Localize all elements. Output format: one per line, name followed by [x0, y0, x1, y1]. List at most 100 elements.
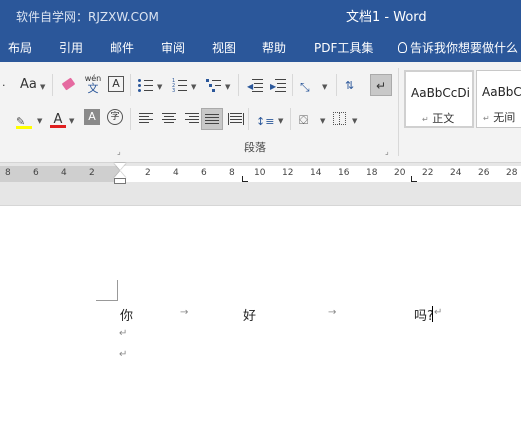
style-no-spacing[interactable]: AaBbC ↵ 无间: [476, 70, 521, 128]
tab-review[interactable]: 审阅: [161, 39, 185, 56]
ruler-tick: 26: [478, 168, 490, 178]
clear-format-button[interactable]: [61, 77, 77, 91]
increase-indent-icon: ▶: [270, 78, 286, 92]
divider: [130, 108, 131, 130]
divider: [238, 74, 239, 96]
paint-bucket-icon: ⛋: [299, 113, 309, 127]
sort-icon: ⇅: [345, 79, 355, 92]
ruler-tick: 8: [5, 168, 11, 178]
left-tab-stop-marker[interactable]: [411, 176, 417, 182]
ruler-tick: 8: [229, 168, 235, 178]
style-sample: AaBbC: [482, 85, 521, 99]
line-spacing-button[interactable]: ↕≡: [256, 110, 274, 128]
phonetic-guide-button[interactable]: wén 文: [84, 74, 102, 96]
bullets-button[interactable]: [138, 78, 154, 92]
ribbon-tabs: 布局 引用 邮件 审阅 视图 帮助 PDF工具集 告诉我你想要做什么: [0, 32, 521, 62]
justify-icon: [205, 114, 219, 126]
font-dialog-launcher-icon[interactable]: ⌟: [117, 148, 121, 156]
tab-pdf-tools[interactable]: PDF工具集: [314, 39, 373, 56]
highlight-color-bar: [16, 126, 32, 129]
paragraph-mark-icon: ↵: [434, 307, 443, 318]
chevron-down-icon[interactable]: ▼: [320, 117, 325, 125]
horizontal-ruler[interactable]: 8 6 4 2 2 4 6 8 10 12 14 16 18 20 22 24 …: [0, 163, 521, 185]
doc-word-3: 吗?: [414, 309, 434, 324]
divider: [336, 74, 337, 96]
tell-me-search[interactable]: 告诉我你想要做什么: [398, 39, 518, 56]
shading-button[interactable]: ⛋: [299, 109, 317, 129]
ruler-margin-left: [0, 166, 120, 182]
tab-help[interactable]: 帮助: [262, 39, 286, 56]
style-normal[interactable]: AaBbCcDi ↵ 正文: [404, 70, 474, 128]
tab-references[interactable]: 引用: [59, 39, 83, 56]
doc-word-2: 好: [243, 309, 257, 324]
align-right-button[interactable]: [185, 113, 199, 125]
ruler-tick: 4: [61, 168, 67, 178]
ruler-tick: 2: [89, 168, 95, 178]
chevron-down-icon[interactable]: ▼: [225, 83, 230, 91]
phonetic-char: 文: [87, 82, 99, 95]
document-page[interactable]: 你 → 好 → 吗? ↵ ↵ ↵: [0, 205, 521, 435]
chevron-down-icon[interactable]: ▼: [191, 83, 196, 91]
character-border-button[interactable]: A: [108, 76, 124, 92]
divider: [130, 74, 131, 96]
ruler-tick: 4: [173, 168, 179, 178]
bullet-list-icon: [138, 78, 154, 92]
distributed-button[interactable]: [228, 113, 244, 125]
character-shading-button[interactable]: A: [84, 109, 100, 125]
justify-button[interactable]: [201, 108, 223, 130]
first-line-indent-marker[interactable]: [114, 163, 126, 170]
numbering-button[interactable]: 1 2 3: [172, 78, 188, 94]
align-center-button[interactable]: [162, 113, 176, 125]
sort-button[interactable]: ⇅: [345, 74, 363, 94]
text-direction-button[interactable]: ⤡: [300, 76, 320, 94]
divider: [52, 74, 53, 96]
chevron-down-icon[interactable]: ▼: [37, 117, 42, 125]
ruler-tick: 18: [366, 168, 378, 178]
paragraph-dialog-launcher-icon[interactable]: ⌟: [385, 148, 389, 156]
enclose-characters-button[interactable]: 字: [107, 109, 123, 125]
borders-button[interactable]: [333, 112, 346, 125]
tab-view[interactable]: 视图: [212, 39, 236, 56]
style-name: ↵ 正文: [422, 112, 455, 125]
doc-word-1: 你: [120, 309, 134, 324]
title-bar: 软件自学网：RJZXW.COM 文档1 - Word: [0, 0, 521, 32]
tab-mailings[interactable]: 邮件: [110, 39, 134, 56]
chevron-down-icon[interactable]: ▼: [352, 117, 357, 125]
ruler-tick: 12: [282, 168, 294, 178]
chevron-down-icon[interactable]: ▼: [278, 117, 283, 125]
tab-layout[interactable]: 布局: [8, 39, 32, 56]
ribbon-left-edge: ·: [2, 79, 6, 92]
multilevel-list-button[interactable]: [206, 78, 222, 92]
left-tab-stop-marker[interactable]: [242, 176, 248, 182]
font-color-bar: [50, 125, 66, 128]
document-title: 文档1 - Word: [346, 10, 427, 25]
left-indent-marker[interactable]: [114, 178, 126, 184]
paragraph-mark-icon: ↵: [422, 115, 429, 124]
ruler-tick: 6: [201, 168, 207, 178]
font-color-button[interactable]: A: [50, 108, 66, 130]
show-hide-marks-button[interactable]: ↵: [370, 74, 392, 96]
hanging-indent-marker[interactable]: [114, 171, 126, 178]
numbered-list-icon: 1 2 3: [172, 78, 188, 94]
tell-me-label: 告诉我你想要做什么: [410, 41, 519, 55]
ruler-tick: 10: [254, 168, 266, 178]
ruler-tick: 24: [450, 168, 462, 178]
divider: [292, 74, 293, 96]
decrease-indent-icon: ◀: [247, 78, 263, 92]
chevron-down-icon[interactable]: ▼: [322, 83, 327, 91]
align-left-button[interactable]: [139, 113, 153, 125]
chevron-down-icon[interactable]: ▼: [69, 117, 74, 125]
watermark-text: 软件自学网：RJZXW.COM: [16, 10, 159, 24]
increase-indent-button[interactable]: ▶: [270, 78, 286, 92]
tab-arrow-icon: →: [180, 307, 189, 318]
text-highlight-color-button[interactable]: ✎: [16, 110, 34, 130]
style-name: ↵ 无间: [483, 111, 516, 124]
chevron-down-icon[interactable]: ▼: [157, 83, 162, 91]
divider: [398, 68, 399, 156]
ruler-tick: 28: [506, 168, 518, 178]
paragraph-mark-icon: ↵: [483, 114, 490, 123]
paragraph-mark-icon: ↵: [119, 349, 128, 360]
ruler-tick: 6: [33, 168, 39, 178]
decrease-indent-button[interactable]: ◀: [247, 78, 263, 92]
change-case-button[interactable]: Aa: [20, 78, 37, 91]
